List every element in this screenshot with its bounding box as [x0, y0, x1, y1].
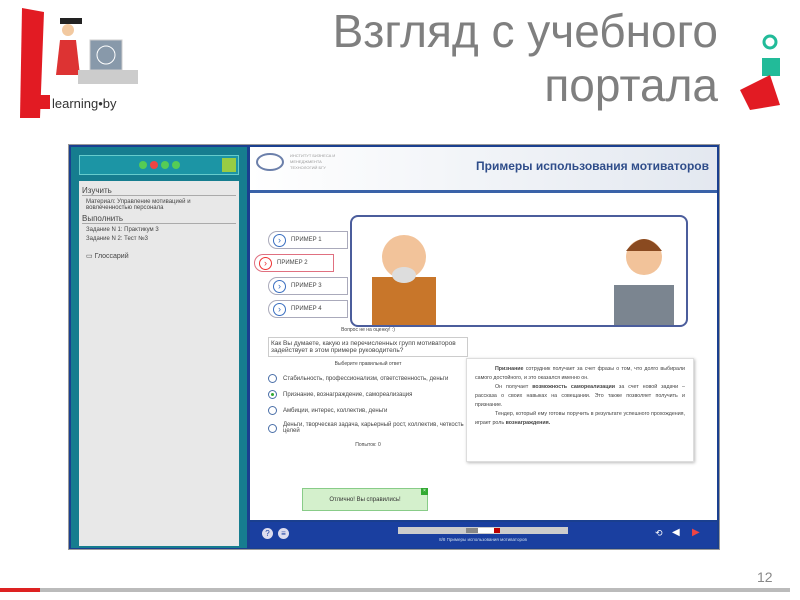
question-text: Как Вы думаете, какую из перечисленных г… — [268, 337, 468, 357]
tab-label: ПРИМЕР 2 — [277, 260, 308, 266]
question-caption: Вопрос не на оценку! :) — [341, 327, 395, 333]
tab-label: ПРИМЕР 4 — [291, 306, 322, 312]
option-label: Амбиции, интерес, коллектив, деньги — [283, 407, 388, 414]
tab-example-1[interactable]: › ПРИМЕР 1 — [268, 231, 348, 249]
forward-icon[interactable] — [171, 161, 180, 169]
refresh-icon[interactable] — [160, 161, 169, 169]
section-heading: Выполнить — [82, 214, 236, 224]
scene-illustration — [350, 215, 688, 327]
radio-button[interactable] — [268, 390, 277, 399]
bold-term: Признание — [495, 366, 524, 372]
next-icon[interactable]: ▶ — [692, 527, 700, 538]
menu-item-material[interactable]: Материал: Управление мотивацией и вовлеч… — [86, 199, 236, 211]
content-title: Примеры использования мотиваторов — [476, 159, 709, 173]
help-icon[interactable]: ? — [262, 528, 273, 539]
close-icon[interactable]: × — [421, 488, 428, 495]
radio-button[interactable] — [268, 374, 277, 383]
slide-caption: 8/8 Примеры использования мотиваторов — [439, 537, 527, 542]
content-area: ИНСТИТУТ БИЗНЕСА И МЕНЕДЖМЕНТА ТЕХНОЛОГИ… — [250, 147, 717, 520]
attempts-counter: Попыток: 0 — [355, 442, 381, 448]
institute-name: ИНСТИТУТ БИЗНЕСА И МЕНЕДЖМЕНТА ТЕХНОЛОГИ… — [290, 153, 336, 170]
answer-option-4[interactable]: Деньги, творческая задача, карьерный рос… — [268, 422, 468, 434]
option-label: Деньги, творческая задача, карьерный рос… — [283, 422, 464, 434]
page-number: 12 — [757, 569, 773, 585]
previous-icon[interactable]: ◀ — [672, 527, 680, 538]
glossary-link[interactable]: ▭ Глоссарий — [86, 252, 236, 260]
chevron-icon: › — [259, 257, 272, 270]
elearning-logo: learning•by — [0, 0, 160, 125]
menu-item-task-2[interactable]: Задание N 2: Тест №3 — [86, 236, 236, 242]
question-block: Вопрос не на оценку! :) Как Вы думаете, … — [268, 327, 468, 452]
decorative-shapes — [740, 30, 800, 110]
chevron-icon: › — [273, 280, 286, 293]
sidebar: Изучить Материал: Управление мотивацией … — [71, 147, 247, 548]
menu-item-task-1[interactable]: Задание N 1: Практикум 3 — [86, 227, 236, 233]
question-instruction: Выберите правильный ответ — [334, 361, 402, 367]
sidebar-toolbar — [79, 155, 239, 175]
slide-title: Взгляд с учебного портала — [332, 5, 718, 111]
bold-term: возможность самореализации — [532, 384, 615, 390]
sidebar-menu: Изучить Материал: Управление мотивацией … — [79, 181, 239, 546]
footer-line — [0, 588, 790, 592]
home-icon[interactable] — [149, 161, 158, 169]
tab-label: ПРИМЕР 1 — [291, 237, 322, 243]
feedback-text: Отлично! Вы справились! — [329, 497, 401, 503]
text: Он получает — [495, 384, 533, 390]
option-label: Признание, вознаграждение, самореализаци… — [283, 391, 413, 398]
answer-option-3[interactable]: Амбиции, интерес, коллектив, деньги — [268, 406, 468, 415]
svg-text:learning•by: learning•by — [52, 96, 117, 111]
notes-icon[interactable]: ≡ — [278, 528, 289, 539]
answer-option-1[interactable]: Стабильность, профессионализм, ответстве… — [268, 374, 468, 383]
tab-example-4[interactable]: › ПРИМЕР 4 — [268, 300, 348, 318]
fullscreen-icon[interactable] — [222, 158, 236, 172]
back-icon[interactable] — [138, 161, 147, 169]
radio-button[interactable] — [268, 423, 277, 433]
tab-example-2[interactable]: › ПРИМЕР 2 — [254, 254, 334, 272]
bold-term: вознаграждения. — [505, 420, 551, 426]
progress-bar[interactable] — [398, 527, 568, 534]
feedback-message: Отлично! Вы справились! × — [302, 488, 428, 511]
option-label: Стабильность, профессионализм, ответстве… — [283, 375, 449, 382]
player-bar: ? ≡ 8/8 Примеры использования мотиваторо… — [250, 522, 717, 548]
section-heading: Изучить — [82, 186, 236, 196]
glossary-label: Глоссарий — [94, 253, 129, 260]
tab-label: ПРИМЕР 3 — [291, 283, 322, 289]
explanation-panel: Признание сотрудник получает за счет фра… — [466, 358, 694, 462]
radio-button[interactable] — [268, 406, 277, 415]
replay-icon[interactable]: ⟲ — [655, 528, 663, 539]
institute-logo — [256, 153, 284, 171]
portal-screenshot: Изучить Материал: Управление мотивацией … — [68, 144, 720, 550]
chevron-icon: › — [273, 234, 286, 247]
content-header: ИНСТИТУТ БИЗНЕСА И МЕНЕДЖМЕНТА ТЕХНОЛОГИ… — [250, 147, 717, 193]
tab-example-3[interactable]: › ПРИМЕР 3 — [268, 277, 348, 295]
chevron-icon: › — [273, 303, 286, 316]
answer-option-2[interactable]: Признание, вознаграждение, самореализаци… — [268, 390, 468, 399]
